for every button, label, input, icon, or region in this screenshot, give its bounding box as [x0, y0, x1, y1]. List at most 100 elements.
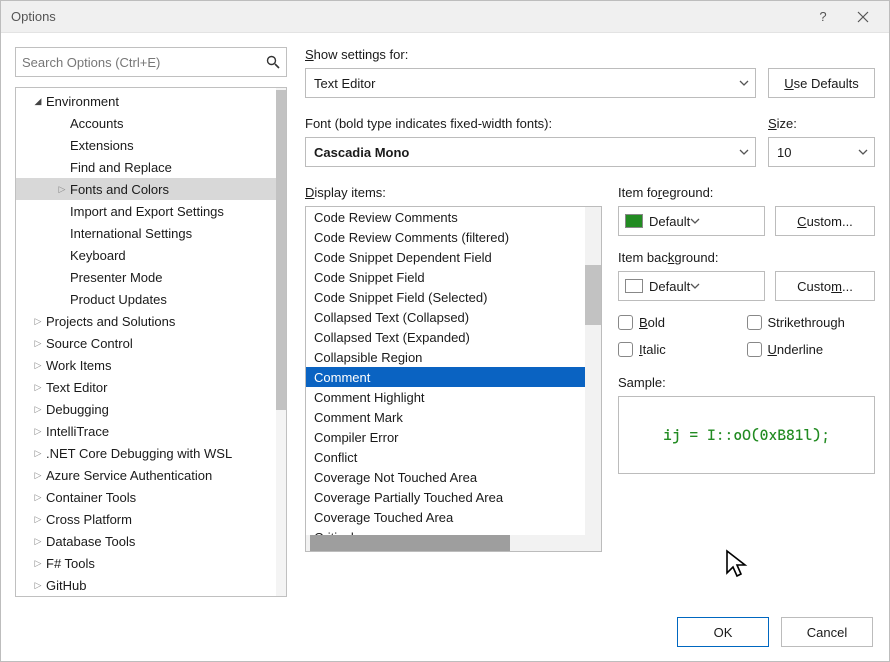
strikethrough-checkbox[interactable]: Strikethrough — [747, 315, 876, 330]
list-item[interactable]: Coverage Touched Area — [306, 507, 585, 527]
tree-item-label: Projects and Solutions — [46, 314, 175, 329]
tree-item-label: Cross Platform — [46, 512, 132, 527]
list-item[interactable]: Comment Mark — [306, 407, 585, 427]
tree-item[interactable]: ▷Text Editor — [16, 376, 276, 398]
item-background-value: Default — [649, 279, 690, 294]
list-scroll-corner — [585, 535, 601, 551]
show-settings-select[interactable]: Text Editor — [305, 68, 756, 98]
tree-item-label: Azure Service Authentication — [46, 468, 212, 483]
search-field-wrap — [15, 47, 287, 77]
tree-item[interactable]: International Settings — [16, 222, 276, 244]
checkbox-box — [747, 342, 762, 357]
list-item[interactable]: Conflict — [306, 447, 585, 467]
item-foreground-value: Default — [649, 214, 690, 229]
list-item[interactable]: Comment — [306, 367, 585, 387]
checkbox-box — [618, 315, 633, 330]
list-item[interactable]: Code Review Comments — [306, 207, 585, 227]
list-item[interactable]: Collapsible Region — [306, 347, 585, 367]
settings-pane: Show settings for: Text Editor Use Defau… — [305, 47, 875, 597]
tree-scrollbar[interactable] — [276, 88, 286, 596]
tree-item[interactable]: ▷IntelliTrace — [16, 420, 276, 442]
list-item[interactable]: Critical — [306, 527, 585, 535]
close-icon — [857, 11, 869, 23]
search-input[interactable] — [16, 48, 286, 76]
item-background-select[interactable]: Default — [618, 271, 765, 301]
tree-item-label: International Settings — [70, 226, 192, 241]
tree-item[interactable]: ▷GitHub — [16, 574, 276, 596]
tree-item[interactable]: ▷.NET Core Debugging with WSL — [16, 442, 276, 464]
tree-item[interactable]: ▷F# Tools — [16, 552, 276, 574]
bg-custom-button[interactable]: Custom... — [775, 271, 875, 301]
bold-checkbox[interactable]: Bold — [618, 315, 747, 330]
tree-item[interactable]: Extensions — [16, 134, 276, 156]
list-hscrollbar[interactable] — [306, 535, 585, 551]
ok-button[interactable]: OK — [677, 617, 769, 647]
tree-item[interactable]: ▷Work Items — [16, 354, 276, 376]
list-item[interactable]: Code Snippet Field (Selected) — [306, 287, 585, 307]
chevron-down-icon — [739, 149, 749, 155]
size-select[interactable]: 10 — [768, 137, 875, 167]
expand-closed-icon: ▷ — [32, 338, 44, 349]
tree-item-label: Text Editor — [46, 380, 107, 395]
search-icon[interactable] — [266, 55, 280, 69]
show-settings-value: Text Editor — [314, 76, 375, 91]
fg-custom-button[interactable]: Custom... — [775, 206, 875, 236]
expand-open-icon: ◢ — [32, 96, 44, 107]
tree-item[interactable]: ▷Source Control — [16, 332, 276, 354]
tree-item[interactable]: Keyboard — [16, 244, 276, 266]
cancel-button[interactable]: Cancel — [781, 617, 873, 647]
tree-item-label: Source Control — [46, 336, 133, 351]
tree-scrollbar-thumb[interactable] — [276, 90, 286, 410]
list-item[interactable]: Compiler Error — [306, 427, 585, 447]
font-select[interactable]: Cascadia Mono — [305, 137, 756, 167]
help-icon: ? — [819, 9, 826, 24]
tree-item[interactable]: ▷Fonts and Colors — [16, 178, 276, 200]
list-item[interactable]: Comment Highlight — [306, 387, 585, 407]
item-foreground-select[interactable]: Default — [618, 206, 765, 236]
tree-item-label: Debugging — [46, 402, 109, 417]
tree-item[interactable]: Accounts — [16, 112, 276, 134]
tree-item[interactable]: ▷Azure Service Authentication — [16, 464, 276, 486]
tree-item[interactable]: Import and Export Settings — [16, 200, 276, 222]
list-item[interactable]: Coverage Partially Touched Area — [306, 487, 585, 507]
list-item[interactable]: Collapsed Text (Collapsed) — [306, 307, 585, 327]
list-item[interactable]: Collapsed Text (Expanded) — [306, 327, 585, 347]
expand-closed-icon: ▷ — [56, 184, 68, 195]
italic-label: Italic — [639, 342, 666, 357]
list-vscrollbar[interactable] — [585, 207, 601, 535]
tree-item[interactable]: Find and Replace — [16, 156, 276, 178]
tree-item[interactable]: ◢Environment — [16, 90, 276, 112]
tree-item[interactable]: ▷Database Tools — [16, 530, 276, 552]
list-vscrollbar-thumb[interactable] — [585, 265, 601, 325]
underline-checkbox[interactable]: Underline — [747, 342, 876, 357]
list-item[interactable]: Code Snippet Field — [306, 267, 585, 287]
item-background-label: Item background: — [618, 250, 875, 265]
chevron-down-icon — [858, 149, 868, 155]
tree-item[interactable]: ▷Container Tools — [16, 486, 276, 508]
expand-closed-icon: ▷ — [32, 470, 44, 481]
expand-closed-icon: ▷ — [32, 382, 44, 393]
list-hscrollbar-thumb[interactable] — [310, 535, 510, 551]
content: ◢EnvironmentAccountsExtensionsFind and R… — [1, 33, 889, 603]
expand-closed-icon: ▷ — [32, 426, 44, 437]
color-swatch — [625, 279, 643, 293]
expand-closed-icon: ▷ — [32, 580, 44, 591]
list-item[interactable]: Code Snippet Dependent Field — [306, 247, 585, 267]
display-items-list[interactable]: Code Review CommentsCode Review Comments… — [305, 206, 602, 552]
tree-item[interactable]: ▷Projects and Solutions — [16, 310, 276, 332]
tree-item[interactable]: ▷Debugging — [16, 398, 276, 420]
close-button[interactable] — [843, 2, 883, 32]
tree-item[interactable]: ▷Cross Platform — [16, 508, 276, 530]
help-button[interactable]: ? — [803, 2, 843, 32]
tree-item[interactable]: Product Updates — [16, 288, 276, 310]
list-item[interactable]: Coverage Not Touched Area — [306, 467, 585, 487]
list-item[interactable]: Code Review Comments (filtered) — [306, 227, 585, 247]
titlebar: Options ? — [1, 1, 889, 33]
display-items-label: Display items: — [305, 185, 602, 200]
use-defaults-button[interactable]: Use Defaults — [768, 68, 875, 98]
italic-checkbox[interactable]: Italic — [618, 342, 747, 357]
expand-closed-icon: ▷ — [32, 316, 44, 327]
tree-item-label: Product Updates — [70, 292, 167, 307]
dialog-footer: OK Cancel — [1, 603, 889, 661]
tree-item[interactable]: Presenter Mode — [16, 266, 276, 288]
